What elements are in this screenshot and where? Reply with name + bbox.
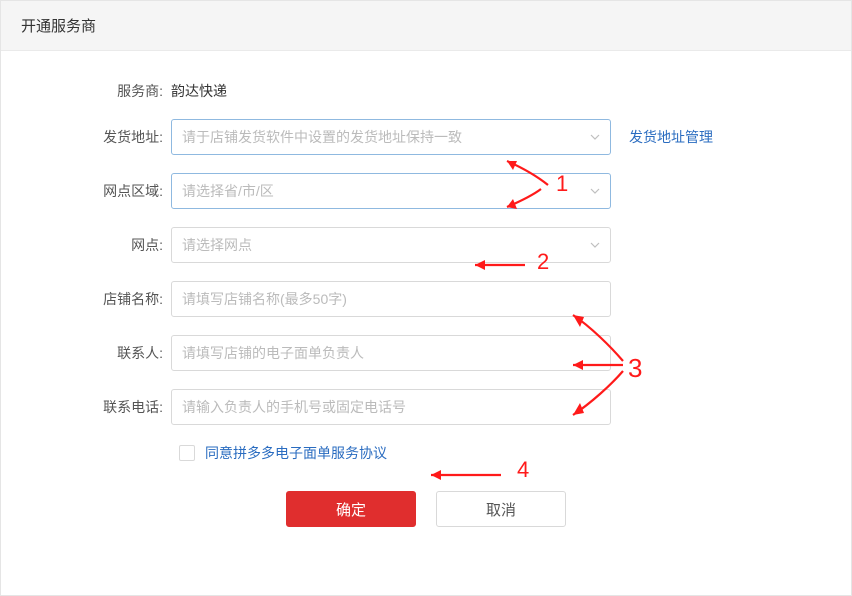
value-provider: 韵达快递	[171, 81, 227, 101]
placeholder-shop-name: 请填写店铺名称(最多50字)	[182, 289, 600, 309]
chevron-down-icon	[590, 240, 600, 250]
label-contact: 联系人:	[41, 343, 171, 363]
placeholder-ship-address: 请于店铺发货软件中设置的发货地址保持一致	[182, 127, 590, 147]
input-shop-name[interactable]: 请填写店铺名称(最多50字)	[171, 281, 611, 317]
label-shop-name: 店铺名称:	[41, 289, 171, 309]
input-contact[interactable]: 请填写店铺的电子面单负责人	[171, 335, 611, 371]
chevron-down-icon	[590, 132, 600, 142]
annotation-arrow-4	[419, 467, 509, 483]
placeholder-phone: 请输入负责人的手机号或固定电话号	[182, 397, 600, 417]
chevron-down-icon	[590, 186, 600, 196]
checkbox-agreement[interactable]	[179, 445, 195, 461]
select-branch[interactable]: 请选择网点	[171, 227, 611, 263]
placeholder-branch: 请选择网点	[182, 235, 590, 255]
label-phone: 联系电话:	[41, 397, 171, 417]
select-ship-address[interactable]: 请于店铺发货软件中设置的发货地址保持一致	[171, 119, 611, 155]
placeholder-contact: 请填写店铺的电子面单负责人	[182, 343, 600, 363]
annotation-arrow-1b	[493, 187, 549, 215]
label-branch: 网点:	[41, 235, 171, 255]
row-provider: 服务商: 韵达快递	[41, 81, 811, 101]
row-agreement: 同意拼多多电子面单服务协议	[179, 443, 811, 463]
annotation-arrow-3c	[561, 367, 631, 423]
link-manage-ship-address[interactable]: 发货地址管理	[629, 127, 713, 147]
row-shop-name: 店铺名称: 请填写店铺名称(最多50字)	[41, 281, 811, 317]
dialog: 开通服务商 服务商: 韵达快递 发货地址: 请于店铺发货软件中设置的发货地址保持…	[0, 0, 852, 596]
row-region: 网点区域: 请选择省/市/区	[41, 173, 811, 209]
row-ship-address: 发货地址: 请于店铺发货软件中设置的发货地址保持一致 发货地址管理	[41, 119, 811, 155]
dialog-title: 开通服务商	[1, 1, 851, 51]
dialog-body: 服务商: 韵达快递 发货地址: 请于店铺发货软件中设置的发货地址保持一致 发货地…	[1, 51, 851, 595]
label-ship-address: 发货地址:	[41, 127, 171, 147]
input-phone[interactable]: 请输入负责人的手机号或固定电话号	[171, 389, 611, 425]
cancel-button[interactable]: 取消	[436, 491, 566, 527]
row-branch: 网点: 请选择网点	[41, 227, 811, 263]
ok-button[interactable]: 确定	[286, 491, 416, 527]
annotation-arrow-1	[493, 155, 563, 191]
button-row: 确定 取消	[41, 491, 811, 527]
annotation-arrow-2	[463, 257, 533, 273]
row-contact: 联系人: 请填写店铺的电子面单负责人	[41, 335, 811, 371]
label-provider: 服务商:	[41, 81, 171, 101]
label-region: 网点区域:	[41, 181, 171, 201]
row-phone: 联系电话: 请输入负责人的手机号或固定电话号	[41, 389, 811, 425]
link-agreement[interactable]: 同意拼多多电子面单服务协议	[205, 443, 387, 463]
